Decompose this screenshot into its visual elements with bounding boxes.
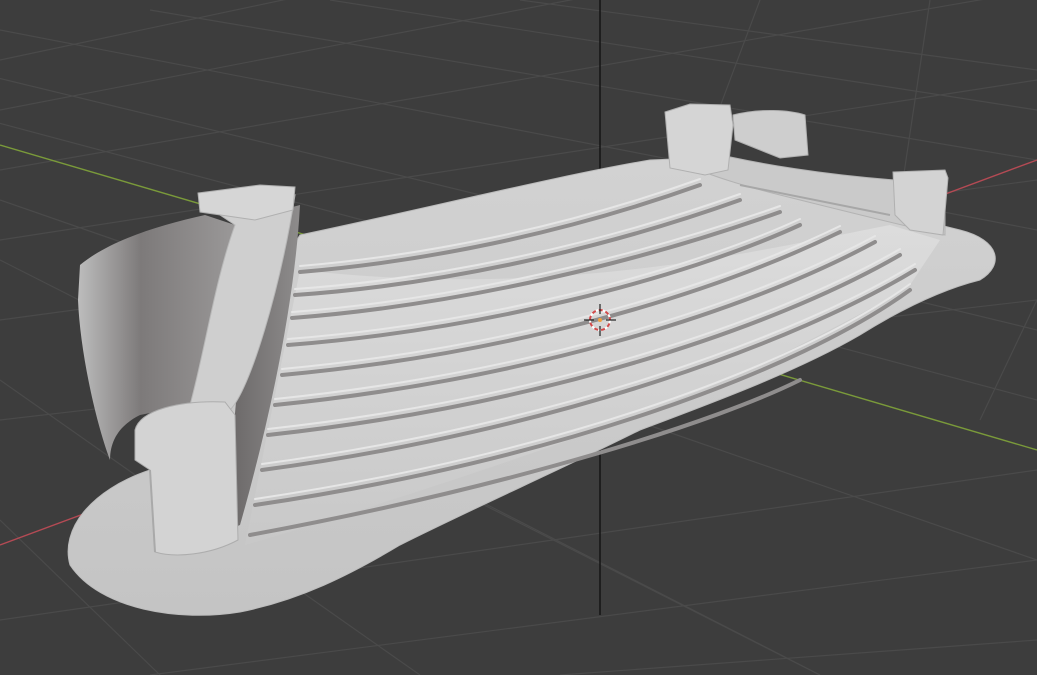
mesh-right-tall-pillar bbox=[664, 103, 734, 176]
3d-viewport[interactable] bbox=[0, 0, 1037, 675]
mesh-right-back-block bbox=[732, 109, 809, 159]
viewport-canvas[interactable] bbox=[0, 0, 1037, 675]
stairs-mesh[interactable] bbox=[67, 103, 996, 616]
